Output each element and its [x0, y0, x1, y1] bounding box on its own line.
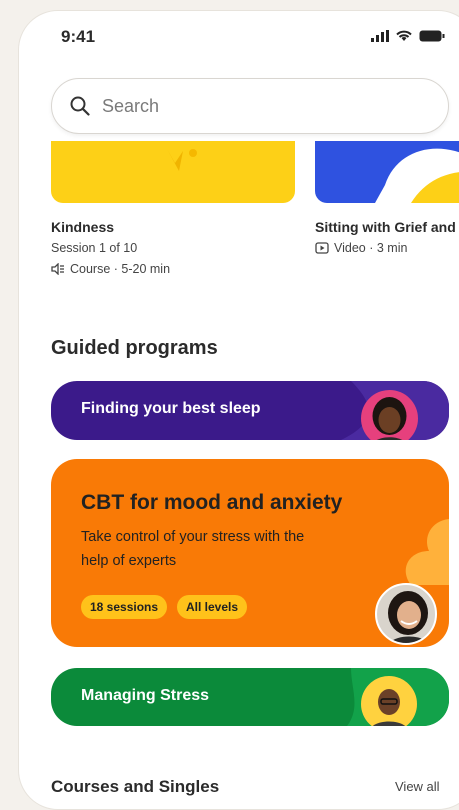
kindness-meta-text: Course · 5-20 min	[70, 262, 171, 276]
kindness-session-count: Session 1 of 10	[51, 241, 138, 255]
view-all-link[interactable]: View all	[395, 779, 440, 794]
grief-artwork	[375, 148, 459, 203]
search-icon	[70, 96, 90, 116]
kindness-meta: Course · 5-20 min	[51, 262, 170, 276]
courses-heading: Courses and Singles	[51, 777, 220, 796]
wifi-icon	[396, 30, 412, 41]
kindness-artwork	[167, 149, 197, 171]
grief-meta: Video · 3 min	[315, 241, 407, 255]
cbt-level-tag: All levels	[177, 595, 248, 619]
status-icons	[371, 29, 445, 42]
status-time: 9:41	[61, 27, 96, 46]
cbt-program-card[interactable]: CBT for mood and anxiety Take control of…	[51, 459, 449, 647]
cbt-program-description: Take control of your stress with the hel…	[81, 529, 305, 569]
grief-card-title[interactable]: Sitting with Grief and	[315, 219, 456, 235]
cbt-sessions-tag: 18 sessions	[81, 595, 168, 619]
sleep-program-card[interactable]: Finding your best sleep	[51, 381, 449, 440]
phone-frame: 9:41 Kindness Session 1 of 10 Course · 5…	[18, 10, 459, 810]
sleep-instructor-avatar	[361, 390, 418, 440]
signal-icon	[371, 29, 389, 42]
stress-program-card[interactable]: Managing Stress	[51, 668, 449, 726]
audio-icon	[51, 263, 64, 275]
kindness-card-image[interactable]	[51, 141, 295, 203]
cbt-program-title: CBT for mood and anxiety	[81, 491, 343, 514]
grief-card-image[interactable]	[315, 141, 459, 203]
search-bar[interactable]	[51, 78, 449, 134]
kindness-card-title[interactable]: Kindness	[51, 219, 114, 235]
video-icon	[315, 242, 329, 254]
battery-icon	[419, 30, 445, 41]
status-bar: 9:41	[19, 11, 459, 67]
cbt-instructor-avatar	[375, 583, 437, 645]
stress-instructor-avatar	[361, 676, 417, 726]
search-input[interactable]	[102, 95, 402, 117]
grief-meta-text: Video · 3 min	[334, 241, 408, 255]
guided-programs-heading: Guided programs	[51, 337, 218, 359]
